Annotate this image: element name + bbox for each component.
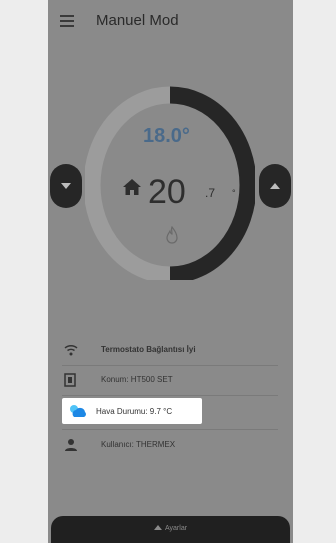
chevron-up-icon [270, 183, 280, 189]
page-title: Manuel Mod [96, 12, 179, 29]
current-temp-integer: 20 [148, 173, 186, 211]
divider [62, 365, 278, 366]
connection-status-text: Termostato Bağlantısı İyi [101, 345, 196, 354]
divider [62, 395, 278, 396]
menu-icon[interactable] [60, 15, 74, 27]
info-row-connection: Termostato Bağlantısı İyi [48, 337, 293, 365]
info-row-user: Kullanıcı: THERMEX [48, 432, 293, 460]
current-temp-decimal: .7 [205, 186, 216, 200]
bottom-drawer-handle[interactable]: Ayarlar [51, 516, 290, 543]
phone-screen: Manuel Mod 18.0° 20 .7 ° Termostato Bağl… [48, 0, 293, 543]
chevron-up-small-icon [154, 525, 162, 530]
right-margin [293, 0, 336, 543]
chevron-down-icon [61, 183, 71, 189]
weather-row-highlighted[interactable]: Hava Durumu: 9.7 °C [62, 398, 202, 424]
user-text: Kullanıcı: THERMEX [101, 440, 176, 449]
model-text: Konum: HT500 SET [101, 375, 173, 384]
bottom-drawer-label: Ayarlar [165, 525, 188, 532]
thermostat-device-icon [64, 373, 76, 387]
user-icon [65, 439, 77, 451]
current-temp-unit: ° [232, 188, 236, 198]
weather-text: Hava Durumu: 9.7 °C [96, 407, 173, 416]
decrease-temp-button[interactable] [50, 164, 82, 208]
left-margin [0, 0, 48, 543]
info-row-model: Konum: HT500 SET [48, 367, 293, 395]
flame-icon [166, 226, 178, 244]
divider [62, 429, 278, 430]
cloud-sun-icon [70, 405, 86, 417]
home-icon [123, 179, 141, 195]
wifi-icon [64, 344, 78, 356]
top-bar: Manuel Mod [48, 0, 293, 44]
increase-temp-button[interactable] [259, 164, 291, 208]
setpoint-temperature: 18.0° [143, 125, 190, 147]
